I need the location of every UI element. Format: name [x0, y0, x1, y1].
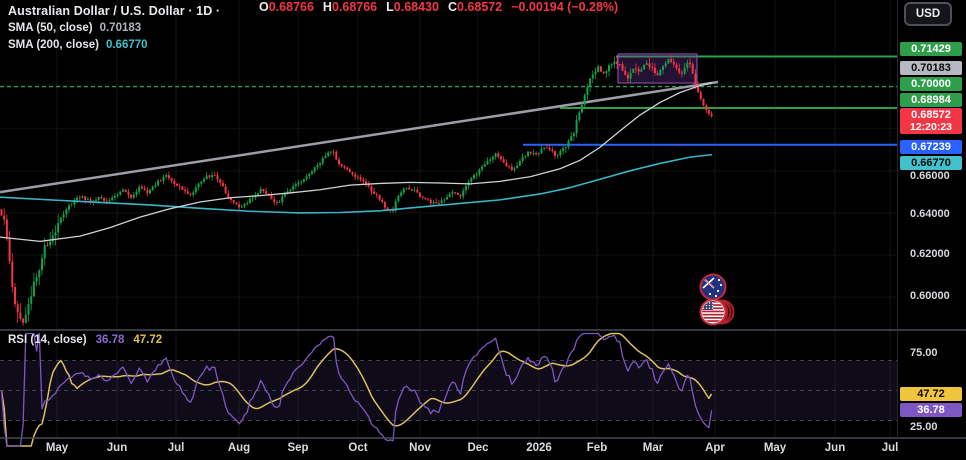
month-label: Aug [228, 442, 250, 454]
price-axis-label: 0.70000 [900, 77, 962, 91]
close-key: C [448, 0, 457, 14]
price-axis-label: 0.67239 [900, 140, 962, 154]
price-axis-tick: 0.66000 [902, 170, 962, 182]
sma200-line[interactable] [0, 155, 712, 213]
month-label: Mar [643, 442, 663, 454]
symbol-title[interactable]: Australian Dollar / U.S. Dollar · 1D · [8, 3, 220, 19]
currency-toggle-button[interactable]: USD [904, 2, 952, 26]
month-label: Jun [107, 442, 127, 454]
price-axis-label: 0.6857212:20:23 [900, 108, 962, 134]
legend: Australian Dollar / U.S. Dollar · 1D · S… [8, 3, 220, 53]
month-label: May [764, 442, 786, 454]
sma50-label: SMA (50, close) [8, 20, 93, 36]
rsi-ma-value: 47.72 [133, 334, 162, 346]
low-value: 0.68430 [394, 0, 439, 14]
high-value: 0.68766 [332, 0, 377, 14]
price-axis-label: 36.78 [900, 403, 962, 417]
sma50-line[interactable] [0, 83, 712, 242]
month-label: Jul [882, 442, 899, 454]
price-axis[interactable]: 0.66000 0.64000 0.62000 0.60000 75.00 25.00 0.… [898, 0, 966, 438]
month-label: May [46, 442, 68, 454]
price-axis-label: 0.70183 [900, 61, 962, 75]
month-label: Sep [287, 442, 308, 454]
month-label: 2026 [526, 442, 552, 454]
price-axis-label: 0.66770 [900, 156, 962, 170]
month-label: Jun [825, 442, 845, 454]
price-axis-label: 47.72 [900, 387, 962, 401]
month-label: Dec [467, 442, 488, 454]
chart-canvas[interactable] [0, 0, 966, 460]
price-axis-label: 0.71429 [900, 42, 962, 56]
high-key: H [323, 0, 332, 14]
sma200-value: 0.66770 [106, 37, 148, 53]
price-axis-label: 0.68984 [900, 93, 962, 107]
ohlc-readout: O0.68766 H0.68766 L0.68430 C0.68572 −0.0… [259, 0, 618, 14]
open-key: O [259, 0, 269, 14]
price-axis-tick: 25.00 [902, 421, 962, 433]
chart-window: Australian Dollar / U.S. Dollar · 1D · S… [0, 0, 966, 460]
sma200-label: SMA (200, close) [8, 37, 99, 53]
symbol-title-row[interactable]: Australian Dollar / U.S. Dollar · 1D · [8, 3, 220, 19]
month-label: Jul [168, 442, 185, 454]
price-axis-tick: 0.62000 [902, 248, 962, 260]
low-key: L [386, 0, 394, 14]
sma50-value: 0.70183 [100, 20, 142, 36]
price-axis-tick: 0.64000 [902, 208, 962, 220]
month-label: Nov [409, 442, 431, 454]
sma200-legend-row[interactable]: SMA (200, close) 0.66770 [8, 37, 220, 53]
month-label: Oct [348, 442, 367, 454]
price-axis-tick: 0.60000 [902, 290, 962, 302]
close-value: 0.68572 [457, 0, 502, 14]
rsi-value: 36.78 [96, 334, 125, 346]
month-label: Apr [705, 442, 725, 454]
time-axis[interactable]: May Jun Jul Aug Sep Oct Nov Dec 2026 Feb Mar Apr May… [0, 438, 966, 460]
price-level-lines[interactable] [0, 57, 897, 145]
price-axis-tick: 75.00 [902, 347, 962, 359]
candles [1, 55, 713, 326]
change-value: −0.00194 (−0.28%) [511, 0, 618, 14]
open-value: 0.68766 [269, 0, 314, 14]
month-label: Feb [587, 442, 607, 454]
rsi-label: RSI (14, close) [8, 334, 87, 346]
sma50-legend-row[interactable]: SMA (50, close) 0.70183 [8, 20, 220, 36]
rsi-legend-row[interactable]: RSI (14, close) 36.78 47.72 [8, 334, 162, 346]
